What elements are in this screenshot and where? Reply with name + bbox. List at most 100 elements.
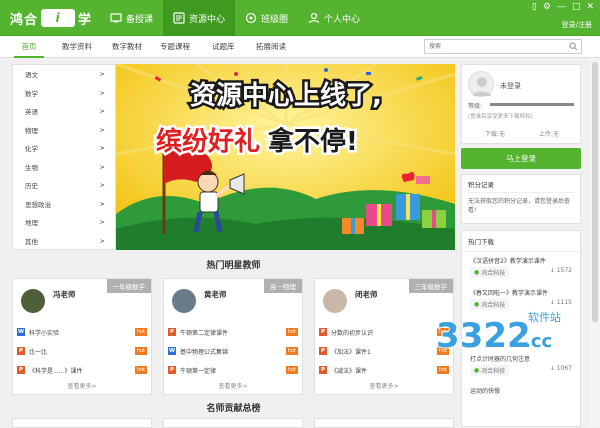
default-avatar-icon (473, 77, 491, 96)
banner-headline-red: 缤纷好礼 (156, 126, 260, 157)
search-box (424, 39, 582, 54)
points-title: 积分记录 (468, 179, 574, 193)
hot-download-title[interactable]: 《汉语拼音2》教学演示课件 (462, 252, 580, 267)
subject-item[interactable]: 其他 > (13, 232, 115, 251)
minimize-icon[interactable]: — (557, 2, 566, 12)
file-row[interactable]: P 牛顿第二定律课件 hot (168, 327, 300, 337)
subject-item[interactable]: 思想政治 > (13, 195, 115, 214)
ppt-file-icon: P (17, 366, 25, 374)
close-icon[interactable]: ✕ (586, 2, 594, 12)
word-file-icon: W (17, 328, 25, 336)
app-logo: 鸿合 i 学 (10, 9, 93, 28)
subject-item[interactable]: 历史 > (13, 176, 115, 195)
view-more-link[interactable]: 查看更多> (315, 381, 453, 390)
svg-text:软件站: 软件站 (528, 310, 561, 324)
tab-question-bank[interactable]: 试题库 (212, 36, 235, 58)
search-input[interactable] (425, 40, 563, 53)
banner-illustration: 资源中心上线了, 缤纷好礼 拿不停! (116, 64, 455, 250)
class-circle-icon (245, 12, 257, 24)
teacher-avatar[interactable] (323, 289, 347, 313)
promo-banner[interactable]: 资源中心上线了, 缤纷好礼 拿不停! (116, 64, 455, 250)
subject-item[interactable]: 生物 > (13, 158, 115, 177)
phone-icon[interactable]: ▯ (532, 2, 537, 12)
hot-badge: hot (134, 366, 147, 374)
level-bar (490, 103, 574, 106)
grade-badge: 一年级数学 (106, 279, 151, 293)
upload-count: 上传:无 (538, 131, 560, 138)
ppt-file-icon: P (168, 328, 176, 336)
subject-item[interactable]: 地理 > (13, 213, 115, 232)
teacher-card: 一年级数学 冯老师 W 科学小实验 hot P 比一比 hot P 《科学是......》… (12, 278, 152, 395)
subject-item[interactable]: 英语 > (13, 102, 115, 121)
ppt-file-icon: P (319, 328, 327, 336)
ppt-file-icon: P (17, 347, 25, 355)
login-status: 未登录 (500, 82, 521, 90)
banner-headline-1: 资源中心上线了, (190, 81, 382, 111)
teacher-card: 高一物理 黄老师 P 牛顿第二定律课件 hot W 基中物理公式集锦 hot P 牛顿第一… (163, 278, 303, 395)
file-row[interactable]: W 基中物理公式集锦 hot (168, 346, 300, 356)
teacher-avatar[interactable] (172, 289, 196, 313)
view-more-link[interactable]: 查看更多> (13, 381, 151, 390)
login-register-link[interactable]: 登录/注册 (562, 20, 592, 30)
hot-badge: hot (285, 347, 298, 355)
points-record-panel: 积分记录 无法获取您的积分记录，请您登录后查看! (461, 174, 581, 224)
points-message: 无法获取您的积分记录，请您登录后查看! (468, 198, 571, 214)
star-teachers-title: 热门明星教师 (206, 261, 261, 271)
tab-special-courses[interactable]: 专题课程 (160, 36, 190, 58)
tab-home[interactable]: 首页 (14, 36, 44, 58)
file-row[interactable]: W 科学小实验 hot (17, 327, 149, 337)
hot-badge: hot (285, 366, 298, 374)
hot-download-meta: ● 鸿合科技 ↓ 1067 (462, 365, 580, 376)
login-button[interactable]: 马上登录 (461, 148, 581, 169)
subject-item[interactable]: 语文 > (13, 65, 115, 84)
teacher-name[interactable]: 闭老师 (355, 289, 378, 300)
svg-text:3322: 3322 (436, 316, 531, 355)
subject-item[interactable]: 物理 > (13, 121, 115, 140)
gear-icon[interactable]: ⚙ (543, 2, 551, 12)
teacher-name[interactable]: 冯老师 (53, 289, 76, 300)
file-row[interactable]: P 比一比 hot (17, 346, 149, 356)
ppt-file-icon: P (319, 347, 327, 355)
grade-badge: 高一物理 (264, 279, 302, 293)
nav-personal-center[interactable]: 个人中心 (298, 0, 370, 36)
hot-download-title[interactable]: 《春又回啦一》教学演示课件 (462, 284, 580, 299)
tab-digital-textbooks[interactable]: 数字教材 (112, 36, 142, 58)
subject-item[interactable]: 数学 > (13, 84, 115, 103)
nav-teaching[interactable]: 备授课 (100, 0, 163, 36)
scrollbar-thumb[interactable] (592, 62, 598, 322)
maximize-icon[interactable]: □ (572, 2, 581, 12)
person-icon (308, 12, 320, 24)
tab-teaching-materials[interactable]: 教学资料 (62, 36, 92, 58)
teacher-name[interactable]: 黄老师 (204, 289, 227, 300)
avatar[interactable] (468, 71, 494, 97)
hot-download-title[interactable]: 运动的快慢 (462, 382, 580, 397)
subject-list: 语文 > 数学 > 英语 > 物理 > 化学 > 生物 > 历史 > 思想政治 > 地理 > 其他… (12, 64, 116, 250)
subject-item[interactable]: 化学 > (13, 139, 115, 158)
download-count: 下载:无 (484, 131, 506, 138)
title-bar: 鸿合 i 学 备授课 资源中心 班级圈 个人中心 ▯ ⚙ — □ ✕ 登录/注册 (0, 0, 600, 36)
hot-downloads-title: 热门下载 (462, 231, 580, 252)
file-row[interactable]: P 《减法》课件 hot (319, 365, 451, 375)
hot-badge: hot (134, 328, 147, 336)
nav-resource-center[interactable]: 资源中心 (163, 0, 236, 36)
word-file-icon: W (168, 347, 176, 355)
download-arrow-icon: ↓ (549, 365, 555, 372)
hot-download-meta: ● 鸿合科技 ↓ 1572 (462, 267, 580, 278)
file-row[interactable]: P 牛顿第一定律 hot (168, 365, 300, 375)
search-icon[interactable] (569, 42, 578, 51)
view-more-link[interactable]: 查看更多> (164, 381, 302, 390)
level-label: 等级: (468, 103, 483, 110)
sub-nav: 首页 教学资料 数字教材 专题课程 试题库 拓展阅读 (0, 36, 600, 58)
user-panel: 未登录 等级: (登录后享受更多下载特权) 下载:无 上传:无 (461, 64, 581, 144)
grade-badge: 三年级数学 (408, 279, 453, 293)
teacher-avatar[interactable] (21, 289, 45, 313)
tab-extended-reading[interactable]: 拓展阅读 (256, 36, 286, 58)
publisher-icon: ● (474, 269, 480, 276)
nav-class-circle[interactable]: 班级圈 (235, 0, 298, 36)
file-row[interactable]: P 《科学是......》课件 hot (17, 365, 149, 375)
login-hint: (登录后享受更多下载特权) (468, 114, 533, 120)
hot-badge: hot (134, 347, 147, 355)
download-arrow-icon: ↓ (549, 267, 555, 274)
svg-text:.cc: .cc (524, 331, 552, 352)
banner-headline-black: 拿不停! (267, 126, 358, 157)
